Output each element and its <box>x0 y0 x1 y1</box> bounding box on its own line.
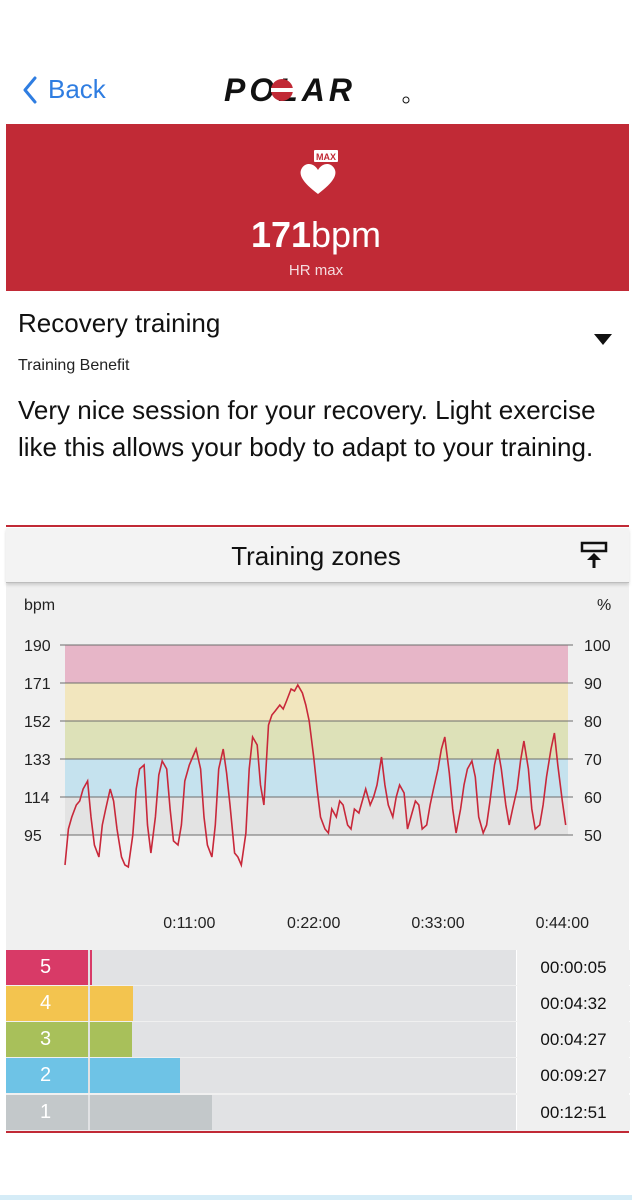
back-label: Back <box>48 74 106 104</box>
zone-row-3: 3 00:04:27 <box>6 1022 630 1057</box>
zone-track <box>88 986 516 1021</box>
hr-max-value: 171bpm <box>0 214 632 256</box>
y-tick-label-left: 190 <box>24 638 51 655</box>
zone-time: 00:12:51 <box>516 1095 630 1130</box>
y-tick-label-left: 114 <box>24 790 50 807</box>
back-button[interactable]: Back <box>22 74 106 105</box>
heart-max-icon: MAX <box>300 150 338 194</box>
hr-max-unit: bpm <box>311 214 382 255</box>
x-tick-label: 0:22:00 <box>287 915 340 932</box>
home-indicator-strip <box>0 1195 632 1200</box>
chevron-left-icon <box>23 76 37 103</box>
zone-duration-bar <box>90 1022 132 1057</box>
y-axis-label-left: bpm <box>24 597 55 614</box>
zone-duration-bar <box>90 950 92 985</box>
zone-duration-bar <box>90 1095 212 1130</box>
training-benefit-title: Recovery training <box>18 308 221 338</box>
zone-number: 3 <box>6 1022 88 1057</box>
polar-logo: POLAR <box>224 72 410 108</box>
zone-row-1: 1 00:12:51 <box>6 1095 630 1130</box>
y-tick-label-left: 152 <box>24 714 51 731</box>
y-tick-label-right: 70 <box>584 752 602 769</box>
x-tick-label: 0:11:00 <box>163 915 215 932</box>
zone-track <box>88 1022 516 1057</box>
navigation-bar: Back POLAR <box>0 0 632 124</box>
zone-row-5: 5 00:00:05 <box>6 950 630 985</box>
y-tick-label-right: 100 <box>584 638 611 655</box>
zone-number: 2 <box>6 1058 88 1093</box>
zone-track <box>88 950 516 985</box>
zone-row-2: 2 00:09:27 <box>6 1058 630 1093</box>
zone-time: 00:04:32 <box>516 986 630 1021</box>
zone-duration-bar <box>90 986 133 1021</box>
y-tick-label-right: 60 <box>584 790 602 807</box>
svg-text:MAX: MAX <box>316 152 336 162</box>
training-benefit-label: Training Benefit <box>18 357 130 374</box>
zone-duration-bar <box>90 1058 180 1093</box>
zone-number: 4 <box>6 986 88 1021</box>
zone-time: 00:09:27 <box>516 1058 630 1093</box>
y-tick-label-left: 95 <box>24 828 42 845</box>
y-tick-label-right: 80 <box>584 714 602 731</box>
zone-band-1 <box>65 797 568 835</box>
heart-rate-chart: bpm % 190 100 171 90 152 80 133 70 114 60 95 50 0:11… <box>24 597 611 932</box>
x-tick-label: 0:44:00 <box>536 915 589 932</box>
y-tick-label-left: 171 <box>24 676 51 693</box>
zone-row-4: 4 00:04:32 <box>6 986 630 1021</box>
section-divider <box>6 525 629 527</box>
y-tick-label-right: 50 <box>584 828 602 845</box>
y-tick-label-right: 90 <box>584 676 602 693</box>
training-benefit-description: Very nice session for your recovery. Lig… <box>18 395 596 462</box>
zone-band-4 <box>65 683 568 721</box>
zone-time: 00:00:05 <box>516 950 630 985</box>
x-tick-label: 0:33:00 <box>411 915 464 932</box>
y-tick-label-left: 133 <box>24 752 51 769</box>
zone-number: 1 <box>6 1095 88 1130</box>
y-axis-label-right: % <box>597 597 611 614</box>
training-zones-title: Training zones <box>231 541 401 571</box>
section-divider-bottom <box>6 1131 629 1133</box>
hr-max-label: HR max <box>288 262 344 279</box>
zone-band-3 <box>65 721 568 759</box>
export-icon[interactable] <box>580 540 608 570</box>
zone-time: 00:04:27 <box>516 1022 630 1057</box>
hr-max-number: 171 <box>250 214 312 255</box>
benefit-dropdown-toggle[interactable] <box>594 334 612 345</box>
zone-number: 5 <box>6 950 88 985</box>
zone-band-5 <box>65 645 568 683</box>
